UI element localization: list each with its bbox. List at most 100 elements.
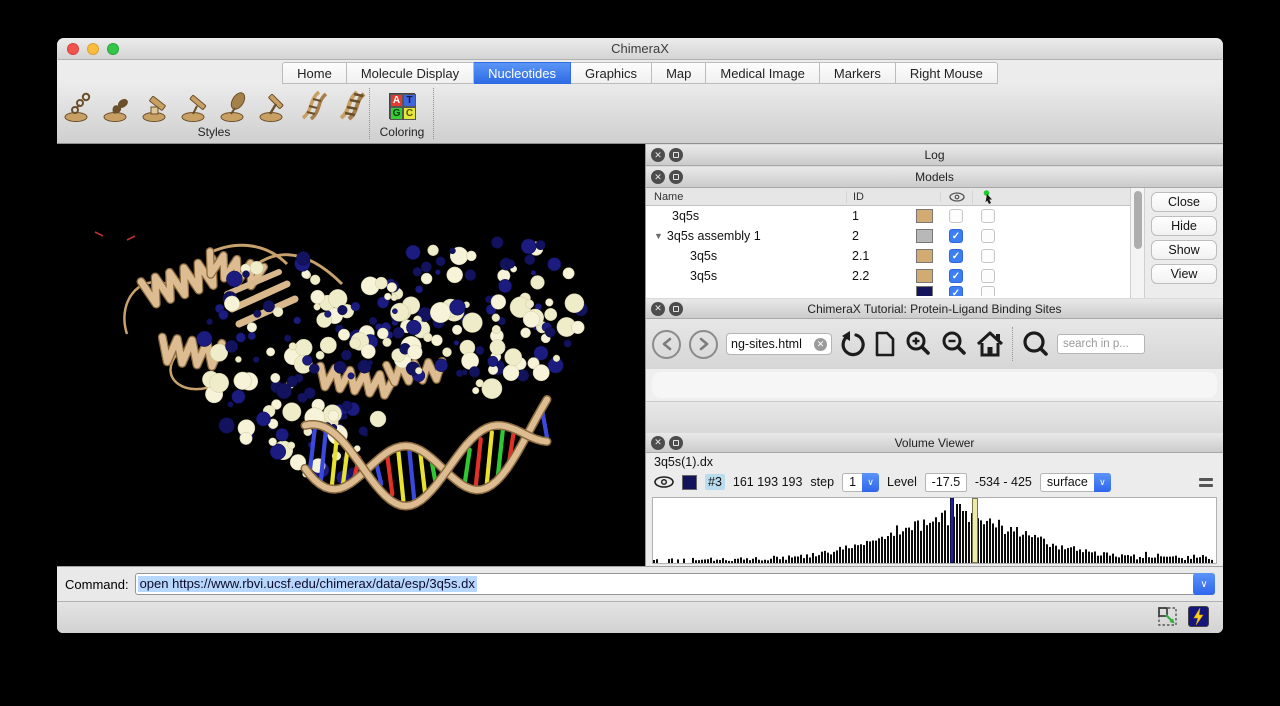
log-close-icon[interactable]: ✕ xyxy=(651,148,665,162)
tab-markers[interactable]: Markers xyxy=(820,62,896,84)
slab-style-icon[interactable] xyxy=(176,88,213,124)
back-button[interactable] xyxy=(652,330,681,359)
model-row-2.1[interactable]: 3q5s2.1✓ xyxy=(646,246,1130,266)
model-color-swatch[interactable] xyxy=(916,229,933,243)
model-row-1[interactable]: 3q5s1 xyxy=(646,206,1130,226)
models-close-icon[interactable]: ✕ xyxy=(651,170,665,184)
ladder-style-icon[interactable] xyxy=(293,88,330,124)
model-row-2.2[interactable]: 3q5s2.2✓ xyxy=(646,266,1130,286)
model-selected-checkbox[interactable] xyxy=(981,209,995,223)
search-input[interactable]: search in p... xyxy=(1057,334,1145,354)
slab-base-style-icon[interactable] xyxy=(137,88,174,124)
command-history-dropdown[interactable]: ∨ xyxy=(1193,573,1215,595)
filled-style-icon[interactable] xyxy=(98,88,135,124)
model-selected-checkbox[interactable] xyxy=(981,229,995,243)
reload-button[interactable] xyxy=(840,331,866,357)
new-page-button[interactable] xyxy=(874,331,896,357)
zoom-in-button[interactable] xyxy=(904,330,932,358)
threshold-marker-yellow[interactable] xyxy=(972,498,978,563)
chevron-down-icon[interactable]: ∨ xyxy=(862,473,879,492)
volume-viewer-undock-icon[interactable] xyxy=(669,436,683,450)
stubs-style-icon[interactable] xyxy=(332,88,369,124)
volume-viewer-close-icon[interactable]: ✕ xyxy=(651,436,665,450)
model-selected-checkbox[interactable] xyxy=(981,286,995,296)
models-panel-header[interactable]: ✕ Models xyxy=(646,166,1223,188)
threshold-marker-blue[interactable] xyxy=(950,498,954,563)
atoms-style-icon[interactable] xyxy=(59,88,96,124)
tab-molecule-display[interactable]: Molecule Display xyxy=(347,62,474,84)
model-shown-checkbox[interactable]: ✓ xyxy=(949,229,963,243)
level-input[interactable]: -17.5 xyxy=(925,473,967,492)
volume-shown-eye-icon[interactable] xyxy=(654,476,674,488)
chevron-down-icon[interactable]: ∨ xyxy=(1094,473,1111,492)
home-button[interactable] xyxy=(976,331,1004,357)
tutorial-content[interactable] xyxy=(646,369,1223,432)
models-scrollbar-thumb[interactable] xyxy=(1134,191,1142,249)
ellipsoid-style-icon[interactable] xyxy=(215,88,252,124)
view-model-button[interactable]: View xyxy=(1151,264,1217,284)
slab-tilt-style-icon[interactable] xyxy=(254,88,291,124)
command-selected-text: open https://www.rbvi.ucsf.edu/chimerax/… xyxy=(138,576,477,592)
model-selected-checkbox[interactable] xyxy=(981,249,995,263)
tutorial-undock-icon[interactable] xyxy=(669,302,683,316)
model-shown-checkbox[interactable]: ✓ xyxy=(949,269,963,283)
tab-medical-image[interactable]: Medical Image xyxy=(706,62,820,84)
resize-graphics-icon[interactable] xyxy=(1157,606,1178,627)
tutorial-panel-header[interactable]: ✕ ChimeraX Tutorial: Protein-Ligand Bind… xyxy=(646,298,1223,319)
column-selected-pointer-icon[interactable] xyxy=(972,190,1004,204)
models-table-header[interactable]: Name ID xyxy=(646,188,1130,206)
display-style-select[interactable]: surface ∨ xyxy=(1040,473,1111,492)
tab-nucleotides[interactable]: Nucleotides xyxy=(474,62,571,84)
title-bar[interactable]: ChimeraX xyxy=(57,38,1223,60)
url-field[interactable]: ng-sites.html ✕ xyxy=(726,333,832,355)
tutorial-close-icon[interactable]: ✕ xyxy=(651,302,665,316)
model-color-swatch[interactable] xyxy=(916,286,933,296)
log-panel-title: Log xyxy=(924,148,944,162)
clear-url-icon[interactable]: ✕ xyxy=(814,338,827,351)
model-row-partial[interactable]: ✓ xyxy=(646,286,1130,296)
tab-home[interactable]: Home xyxy=(282,62,347,84)
model-shown-checkbox[interactable]: ✓ xyxy=(949,286,963,296)
tab-right-mouse[interactable]: Right Mouse xyxy=(896,62,998,84)
log-panel-header[interactable]: ✕ Log xyxy=(646,144,1223,166)
volume-histogram[interactable] xyxy=(652,497,1217,564)
models-scrollbar[interactable] xyxy=(1131,188,1145,298)
tab-map[interactable]: Map xyxy=(652,62,706,84)
column-id[interactable]: ID xyxy=(846,191,908,203)
volume-viewer-panel-header[interactable]: ✕ Volume Viewer xyxy=(646,432,1223,453)
close-model-button[interactable]: Close xyxy=(1151,192,1217,212)
minimize-window-button[interactable] xyxy=(87,43,99,55)
volume-viewer-panel-title: Volume Viewer xyxy=(895,436,975,450)
column-name[interactable]: Name xyxy=(646,191,846,203)
models-undock-icon[interactable] xyxy=(669,170,683,184)
volume-color-swatch[interactable] xyxy=(682,475,697,490)
log-undock-icon[interactable] xyxy=(669,148,683,162)
model-row-2[interactable]: ▼3q5s assembly 12✓ xyxy=(646,226,1130,246)
command-input[interactable]: open https://www.rbvi.ucsf.edu/chimerax/… xyxy=(135,573,1215,595)
model-color-swatch[interactable] xyxy=(916,209,933,223)
forward-button[interactable] xyxy=(689,330,718,359)
data-range: -534 - 425 xyxy=(975,475,1032,489)
base-c-cell: C xyxy=(403,107,416,120)
tab-graphics[interactable]: Graphics xyxy=(571,62,652,84)
model-shown-checkbox[interactable] xyxy=(949,209,963,223)
search-icon[interactable] xyxy=(1021,330,1049,358)
zoom-window-button[interactable] xyxy=(107,43,119,55)
volume-options-icon[interactable] xyxy=(1199,478,1213,487)
model-shown-checkbox[interactable]: ✓ xyxy=(949,249,963,263)
graphics-viewport[interactable] xyxy=(57,144,645,566)
show-model-button[interactable]: Show xyxy=(1151,240,1217,260)
hide-model-button[interactable]: Hide xyxy=(1151,216,1217,236)
model-selected-checkbox[interactable] xyxy=(981,269,995,283)
zoom-out-button[interactable] xyxy=(940,330,968,358)
column-shown-eye-icon[interactable] xyxy=(940,192,972,202)
chimerax-window: ChimeraX HomeMolecule DisplayNucleotides… xyxy=(57,38,1223,633)
model-color-swatch[interactable] xyxy=(916,269,933,283)
volume-model-id[interactable]: #3 xyxy=(705,474,725,490)
nucleotide-coloring-icon[interactable]: ATGC xyxy=(389,93,415,119)
fast-mode-lightning-icon[interactable] xyxy=(1188,606,1209,627)
close-window-button[interactable] xyxy=(67,43,79,55)
model-color-swatch[interactable] xyxy=(916,249,933,263)
step-select[interactable]: 1 ∨ xyxy=(842,473,879,492)
disclosure-triangle[interactable]: ▼ xyxy=(654,231,663,241)
